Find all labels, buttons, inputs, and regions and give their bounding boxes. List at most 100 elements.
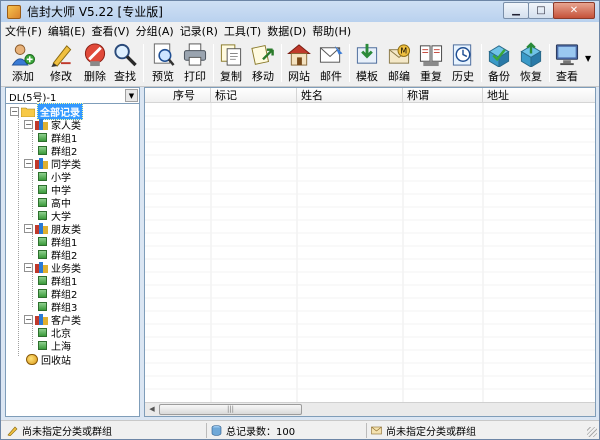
duplicate-button[interactable]: 重复: [415, 42, 447, 84]
tree-category-business[interactable]: − 业务类: [24, 261, 81, 275]
menu-record[interactable]: 记录(R): [180, 23, 218, 39]
preview-button[interactable]: 预览: [147, 42, 179, 84]
group-icon: [38, 145, 47, 155]
horizontal-scrollbar[interactable]: ◀ |||: [145, 402, 595, 416]
copy-icon: [220, 44, 242, 66]
tree-group-item[interactable]: 群组1: [38, 235, 77, 249]
tree-group-item[interactable]: 北京: [38, 326, 71, 340]
postcode-button[interactable]: M 邮编: [383, 42, 415, 84]
column-header-address[interactable]: 地址: [483, 88, 595, 103]
category-pane: DL(5号)-1 ▼ − 全部记录 − 家人类 群组1 群组2 − 同学类 小学…: [5, 87, 140, 417]
preview-label: 预览: [152, 70, 174, 83]
scroll-thumb[interactable]: |||: [159, 404, 302, 415]
template-button[interactable]: 模板: [351, 42, 383, 84]
tree-group-item[interactable]: 群组3: [38, 300, 77, 314]
minimize-button[interactable]: ▁: [503, 2, 529, 19]
toolbar-separator: [143, 44, 144, 82]
tree-category-customers[interactable]: − 客户类: [24, 313, 81, 327]
tree-group-item[interactable]: 群组1: [38, 131, 77, 145]
history-label: 历史: [452, 70, 474, 83]
column-header-mark[interactable]: 标记: [211, 88, 297, 103]
database-icon: [211, 425, 222, 436]
tree-group-item[interactable]: 高中: [38, 196, 71, 210]
backup-label: 备份: [488, 70, 510, 83]
status-panel-left: 尚未指定分类或群组: [7, 423, 112, 438]
tree-recycle-bin[interactable]: 回收站: [26, 353, 71, 367]
menu-edit[interactable]: 编辑(E): [48, 23, 86, 39]
resize-grip-icon[interactable]: [587, 427, 597, 437]
modify-button[interactable]: 修改: [45, 42, 77, 84]
find-button[interactable]: 查找: [109, 42, 141, 84]
menu-view[interactable]: 查看(V): [91, 23, 129, 39]
column-header-name[interactable]: 姓名: [297, 88, 403, 103]
toolbar-separator: [281, 44, 282, 82]
move-button[interactable]: 移动: [247, 42, 279, 84]
recycle-bin-icon: [26, 353, 38, 365]
print-button[interactable]: 打印: [179, 42, 211, 84]
category-books-icon: [35, 313, 48, 325]
template-label: 模板: [356, 70, 378, 83]
group-icon: [38, 171, 47, 181]
toolbar-overflow-arrow-icon[interactable]: ▼: [585, 54, 591, 63]
status-panel-right: 尚未指定分类或群组: [371, 423, 476, 438]
backup-button[interactable]: 备份: [483, 42, 515, 84]
tree-category-friends[interactable]: − 朋友类: [24, 222, 81, 236]
group-icon: [38, 275, 47, 285]
add-person-icon: [11, 44, 36, 66]
status-divider: [366, 423, 367, 438]
restore-button[interactable]: 恢复: [515, 42, 547, 84]
group-icon: [38, 288, 47, 298]
mail-label: 邮件: [320, 70, 342, 83]
group-icon: [38, 197, 47, 207]
monitor-icon: [555, 44, 579, 66]
copy-label: 复制: [220, 70, 242, 83]
history-button[interactable]: 历史: [447, 42, 479, 84]
view-button[interactable]: 查看: [551, 42, 583, 84]
toolbar-separator: [481, 44, 482, 82]
toolbar-separator: [549, 44, 550, 82]
delete-button[interactable]: 删除: [79, 42, 111, 84]
tree-group-item[interactable]: 小学: [38, 170, 71, 184]
scroll-left-icon[interactable]: ◀: [145, 403, 159, 416]
collapse-icon[interactable]: −: [24, 262, 33, 272]
copy-button[interactable]: 复制: [215, 42, 247, 84]
tree-group-item[interactable]: 上海: [38, 339, 71, 353]
template-icon: [356, 43, 378, 64]
column-header-title[interactable]: 称谓: [403, 88, 483, 103]
tree-group-item[interactable]: 中学: [38, 183, 71, 197]
table-grid: [145, 103, 595, 403]
collapse-icon[interactable]: −: [24, 158, 33, 168]
menu-group[interactable]: 分组(A): [136, 23, 174, 39]
add-button[interactable]: 添加: [7, 42, 39, 84]
history-icon: [452, 44, 472, 66]
chevron-down-icon[interactable]: ▼: [125, 89, 138, 102]
menu-data[interactable]: 数据(D): [267, 23, 306, 39]
delete-label: 删除: [84, 70, 106, 83]
envelope-icon: [371, 426, 382, 435]
tree-group-item[interactable]: 群组2: [38, 248, 77, 262]
tree-group-item[interactable]: 大学: [38, 209, 71, 223]
collapse-icon[interactable]: −: [24, 223, 33, 233]
collapse-icon[interactable]: −: [24, 314, 33, 324]
menu-file[interactable]: 文件(F): [5, 23, 42, 39]
collapse-icon[interactable]: −: [10, 106, 19, 116]
tree-root-all-records[interactable]: − 全部记录: [10, 102, 83, 120]
maximize-button[interactable]: □: [528, 2, 554, 19]
window-title: 信封大师 V5.22 [专业版]: [27, 5, 163, 19]
menu-help[interactable]: 帮助(H): [312, 23, 351, 39]
tree-category-family[interactable]: − 家人类: [24, 118, 81, 132]
menu-tools[interactable]: 工具(T): [224, 23, 261, 39]
tree-group-item[interactable]: 群组1: [38, 274, 77, 288]
mail-button[interactable]: 邮件: [315, 42, 347, 84]
column-header-index[interactable]: 序号: [145, 88, 211, 103]
collapse-icon[interactable]: −: [24, 119, 33, 129]
tree-group-item[interactable]: 群组2: [38, 144, 77, 158]
close-button[interactable]: ✕: [553, 2, 595, 19]
website-button[interactable]: 网站: [283, 42, 315, 84]
tree-category-classmates[interactable]: − 同学类: [24, 157, 81, 171]
toolbar-separator: [349, 44, 350, 82]
menu-bar: 文件(F) 编辑(E) 查看(V) 分组(A) 记录(R) 工具(T) 数据(D…: [1, 22, 599, 40]
group-icon: [38, 236, 47, 246]
group-icon: [38, 249, 47, 259]
tree-group-item[interactable]: 群组2: [38, 287, 77, 301]
